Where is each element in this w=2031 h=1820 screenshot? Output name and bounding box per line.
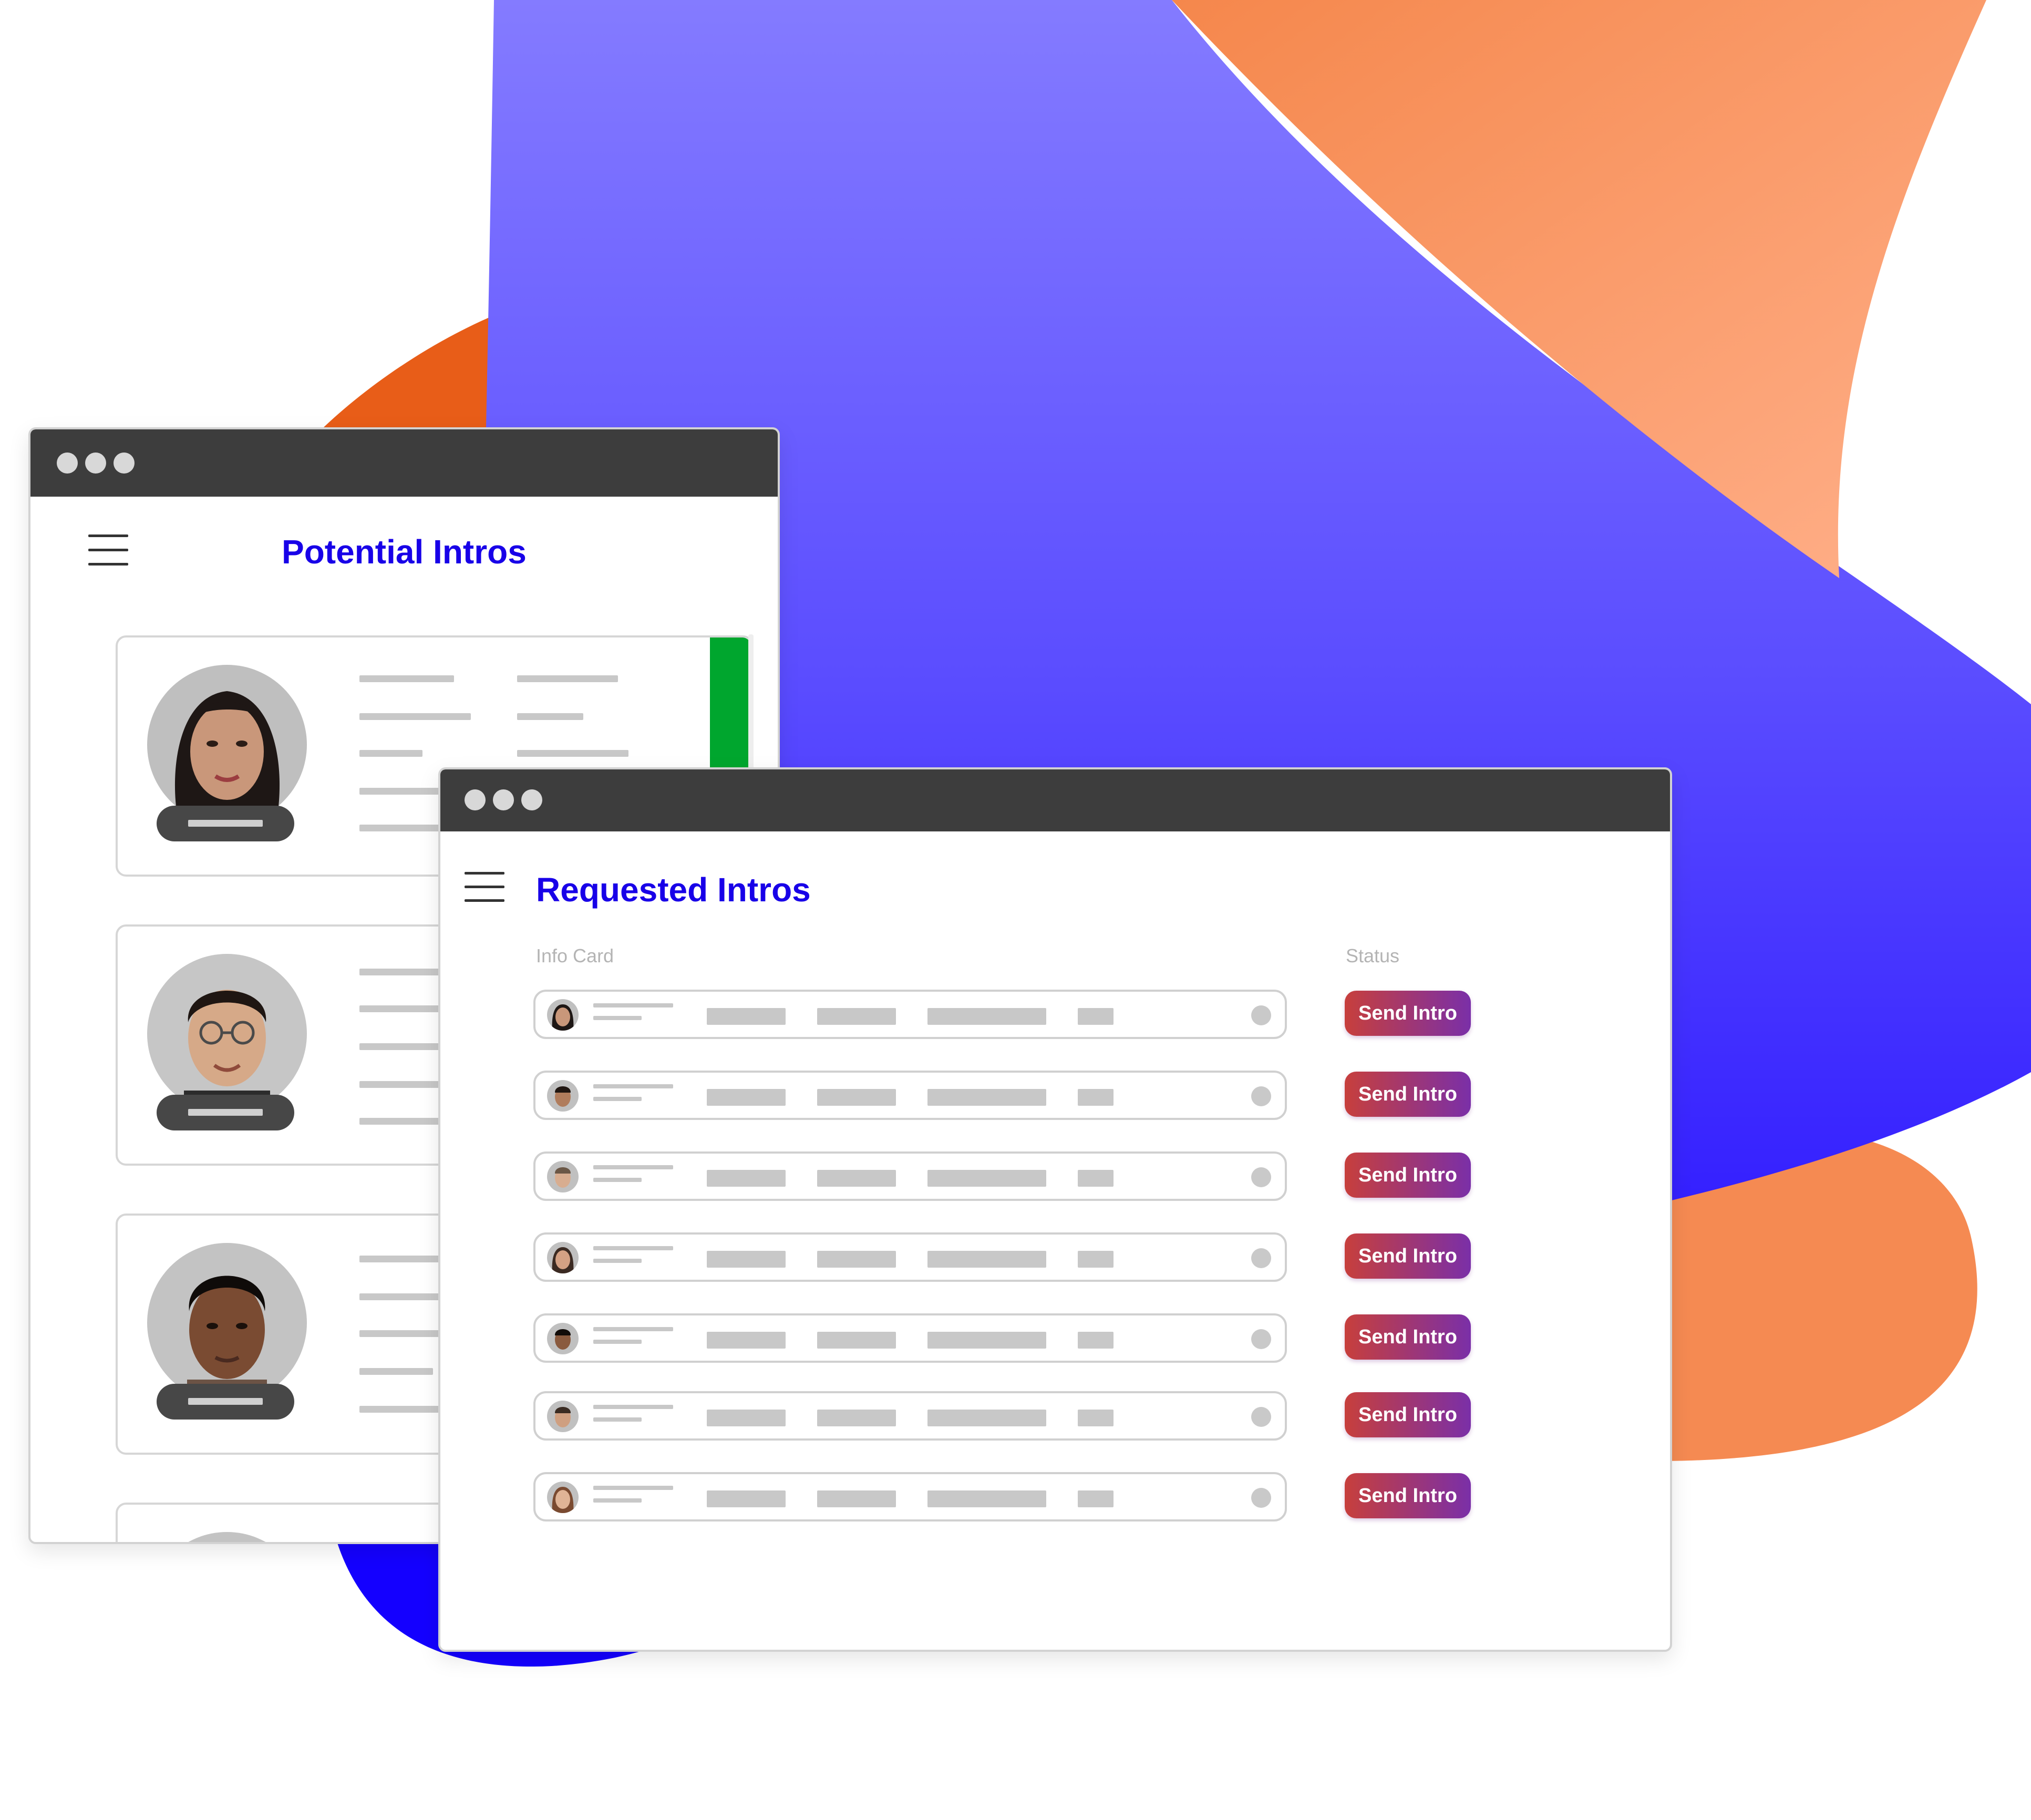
send-intro-button[interactable]: Send Intro (1345, 1392, 1471, 1437)
woman-portrait-avatar (147, 665, 307, 825)
man-avatar (547, 1080, 579, 1112)
intro-info-card[interactable] (533, 1071, 1287, 1120)
status-dot (1251, 1167, 1271, 1187)
column-header-info-card: Info Card (536, 945, 614, 966)
status-dot (1251, 1086, 1271, 1106)
send-intro-button[interactable]: Send Intro (1345, 1072, 1471, 1117)
send-intro-button[interactable]: Send Intro (1345, 991, 1471, 1036)
send-intro-button[interactable]: Send Intro (1345, 1314, 1471, 1360)
man-avatar (547, 1323, 579, 1354)
status-dot (1251, 1248, 1271, 1268)
status-dot (1251, 1329, 1271, 1349)
intro-info-card[interactable] (533, 1151, 1287, 1201)
intro-info-card[interactable] (533, 990, 1287, 1039)
woman-avatar (547, 1482, 579, 1513)
window-titlebar (30, 429, 778, 497)
window-titlebar (440, 769, 1670, 831)
intro-info-card[interactable] (533, 1391, 1287, 1441)
send-intro-button[interactable]: Send Intro (1345, 1473, 1471, 1518)
name-tag-pill (157, 1384, 294, 1420)
name-tag-pill (157, 1095, 294, 1130)
status-dot (1251, 1488, 1271, 1508)
send-intro-button[interactable]: Send Intro (1345, 1153, 1471, 1198)
window-dot[interactable] (57, 453, 78, 474)
requested-intros-window: Requested Intros Info Card Status Send I… (438, 767, 1672, 1652)
window-dot[interactable] (465, 789, 486, 810)
woman-avatar (547, 1242, 579, 1273)
man-avatar (547, 1161, 579, 1192)
page-title: Potential Intros (282, 533, 527, 571)
intro-info-card[interactable] (533, 1472, 1287, 1521)
man-avatar (547, 1401, 579, 1432)
hamburger-menu-icon[interactable] (88, 534, 128, 566)
window-dot[interactable] (85, 453, 106, 474)
column-header-status: Status (1346, 945, 1400, 966)
hamburger-menu-icon[interactable] (465, 872, 504, 902)
intro-info-card[interactable] (533, 1313, 1287, 1363)
partial-portrait-avatar (147, 1532, 307, 1542)
status-dot (1251, 1407, 1271, 1427)
window-dot[interactable] (114, 453, 135, 474)
intro-info-card[interactable] (533, 1232, 1287, 1282)
man-with-glasses-portrait-avatar (147, 954, 307, 1114)
window-dot[interactable] (493, 789, 514, 810)
status-dot (1251, 1005, 1271, 1025)
name-tag-pill (157, 806, 294, 841)
page-title: Requested Intros (536, 871, 811, 909)
send-intro-button[interactable]: Send Intro (1345, 1233, 1471, 1279)
woman-avatar (547, 999, 579, 1031)
woman-short-hair-portrait-avatar (147, 1243, 307, 1403)
window-dot[interactable] (521, 789, 542, 810)
